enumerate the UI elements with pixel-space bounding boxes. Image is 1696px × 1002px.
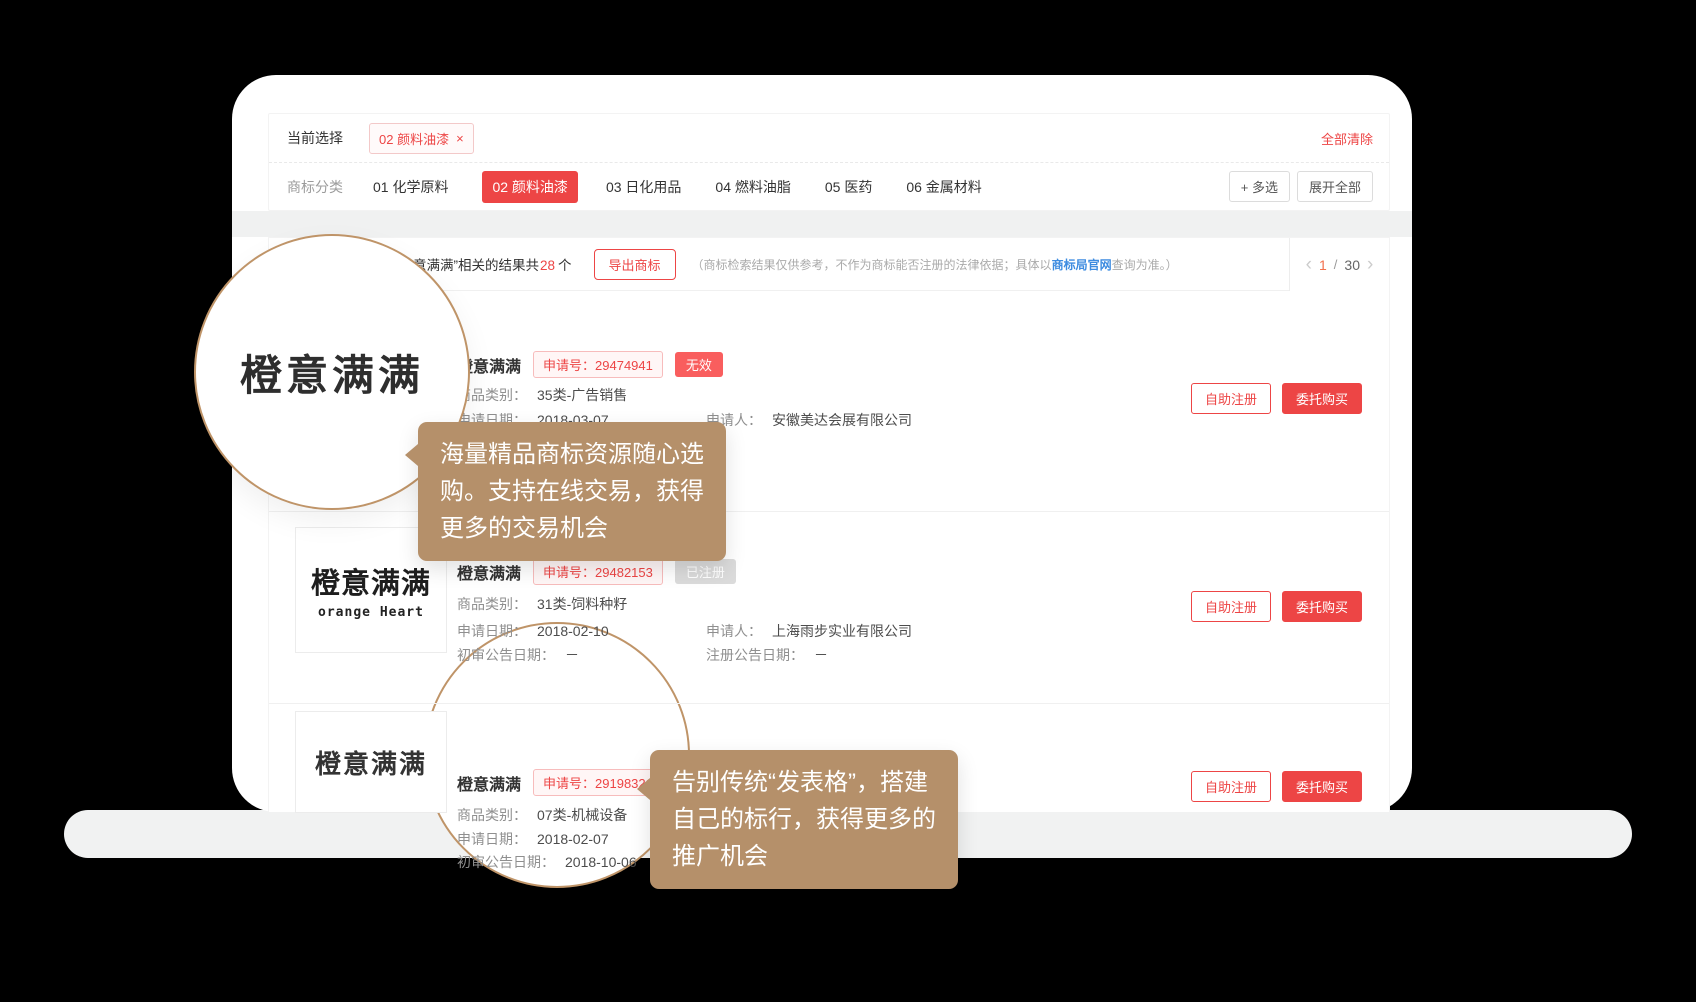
filter-actions: + 多选 展开全部 xyxy=(1229,171,1373,202)
trademark-office-link[interactable]: 商标局官网 xyxy=(1052,258,1112,272)
row-actions: 自助注册 委托购买 xyxy=(1191,591,1362,622)
app-no-label: 申请号： xyxy=(543,358,595,373)
category-tab-02-active[interactable]: 02 颜料油漆 xyxy=(482,171,577,203)
field-value: 2018-02-07 xyxy=(537,831,609,847)
export-trademarks-button[interactable]: 导出商标 xyxy=(594,249,676,280)
current-page: 1 xyxy=(1319,257,1327,273)
current-selection-row: 当前选择 02 颜料油漆 × 全部清除 xyxy=(269,114,1389,163)
callout-tooltip-trade: 海量精品商标资源随心选 购。支持在线交易，获得 更多的交易机会 xyxy=(418,422,726,561)
app-no-label: 申请号： xyxy=(543,776,595,791)
total-pages: 30 xyxy=(1344,257,1360,273)
prev-page-icon[interactable]: ‹ xyxy=(1306,255,1312,274)
category-tab-04[interactable]: 04 燃料油脂 xyxy=(715,177,790,197)
application-number-pill: 申请号：29482153 xyxy=(533,558,663,585)
panel-divider-strip xyxy=(232,211,1412,237)
field-value: 2018-10-06 xyxy=(565,854,637,870)
self-register-button[interactable]: 自助注册 xyxy=(1191,383,1271,414)
selected-filter-chip[interactable]: 02 颜料油漆 × xyxy=(369,123,474,154)
field-label: 申请日期： xyxy=(457,623,527,639)
tooltip-line: 购。支持在线交易，获得 xyxy=(440,473,704,510)
applicant-field: 申请人： 上海雨步实业有限公司 xyxy=(706,621,912,641)
next-page-icon[interactable]: › xyxy=(1367,255,1373,274)
tooltip-line: 更多的交易机会 xyxy=(440,510,704,547)
tooltip-line: 海量精品商标资源随心选 xyxy=(440,436,704,473)
tooltip-line: 自己的标行，获得更多的 xyxy=(672,801,936,838)
category-tab-01[interactable]: 01 化学原料 xyxy=(373,177,448,197)
field-value: 31类-饲料种籽 xyxy=(537,596,627,612)
row-actions: 自助注册 委托购买 xyxy=(1191,771,1362,802)
field-label: 申请日期： xyxy=(457,831,527,847)
trademark-image-text: 橙意满满 xyxy=(311,560,431,602)
field-value: 2018-02-10 xyxy=(537,623,609,639)
self-register-button[interactable]: 自助注册 xyxy=(1191,591,1271,622)
category-row: 商标分类 01 化学原料 02 颜料油漆 03 日化用品 04 燃料油脂 05 … xyxy=(269,163,1389,210)
disclaimer-text: （商标检索结果仅供参考，不作为商标能否注册的法律依据；具体以商标局官网查询为准。… xyxy=(692,256,1178,273)
disclaimer-post: 查询为准。） xyxy=(1112,258,1178,272)
field-label: 商品类别： xyxy=(457,807,527,823)
application-number-pill: 申请号：29474941 xyxy=(533,351,663,378)
summary-middle: 相关的结果共 xyxy=(458,258,539,273)
callout-tooltip-promotion: 告别传统“发表格”，搭建 自己的标行，获得更多的 推广机会 xyxy=(650,750,958,889)
trademark-image: 橙意满满 xyxy=(295,711,447,813)
entrusted-purchase-button[interactable]: 委托购买 xyxy=(1282,771,1362,802)
app-no-value: 29482153 xyxy=(595,565,653,580)
result-count: 28 xyxy=(540,258,555,273)
trademark-title-line: 橙意满满 申请号：29198321 xyxy=(457,769,663,796)
field-label: 初审公告日期： xyxy=(457,854,555,870)
page-separator: / xyxy=(1334,257,1338,272)
disclaimer-pre: （商标检索结果仅供参考，不作为商标能否注册的法律依据；具体以 xyxy=(692,258,1052,272)
category-tab-06[interactable]: 06 金属材料 xyxy=(906,177,981,197)
applicant-field: 申请人：安徽美达会展有限公司 xyxy=(706,410,912,430)
date-line: 申请日期： 2018-02-10 申请人： 上海雨步实业有限公司 xyxy=(457,621,1389,641)
trademark-name: 橙意满满 xyxy=(457,560,521,584)
category-label: 商标分类 xyxy=(287,177,343,197)
field-label: 商品类别： xyxy=(457,596,527,612)
status-badge: 已注册 xyxy=(675,559,736,584)
chip-label: 02 颜料油漆 xyxy=(379,129,449,148)
app-no-value: 29474941 xyxy=(595,358,653,373)
status-badge: 无效 xyxy=(675,352,723,377)
filter-panel: 当前选择 02 颜料油漆 × 全部清除 商标分类 01 化学原料 02 颜料油漆… xyxy=(268,113,1390,211)
chip-close-icon[interactable]: × xyxy=(456,131,464,146)
entrusted-purchase-button[interactable]: 委托购买 xyxy=(1282,383,1362,414)
field-label: 注册公告日期： xyxy=(706,647,804,663)
pagination: ‹ 1 / 30 › xyxy=(1289,238,1389,291)
entrusted-purchase-button[interactable]: 委托购买 xyxy=(1282,591,1362,622)
self-register-button[interactable]: 自助注册 xyxy=(1191,771,1271,802)
browser-window: 当前选择 02 颜料油漆 × 全部清除 商标分类 01 化学原料 02 颜料油漆… xyxy=(232,75,1412,812)
trademark-title-line: 橙意满满 申请号：29482153 已注册 xyxy=(457,558,736,585)
tooltip-line: 推广机会 xyxy=(672,838,936,875)
trademark-image-text: 橙意满满 xyxy=(315,744,427,781)
field-value: － xyxy=(814,647,828,663)
field-value: 上海雨步实业有限公司 xyxy=(772,623,912,639)
field-label: 申请人： xyxy=(706,623,762,639)
app-no-label: 申请号： xyxy=(543,565,595,580)
field-value: 安徽美达会展有限公司 xyxy=(772,412,912,428)
category-tab-05[interactable]: 05 医药 xyxy=(825,177,872,197)
row-actions: 自助注册 委托购买 xyxy=(1191,383,1362,414)
multi-select-button[interactable]: + 多选 xyxy=(1229,171,1290,202)
current-selection-label: 当前选择 xyxy=(287,128,343,148)
magnified-trademark-text: 橙意满满 xyxy=(240,342,424,403)
clear-all-button[interactable]: 全部清除 xyxy=(1321,129,1373,148)
summary-unit: 个 xyxy=(558,258,572,273)
field-label: 初审公告日期： xyxy=(457,647,555,663)
trademark-image-subtext: orange Heart xyxy=(318,605,424,620)
category-tab-03[interactable]: 03 日化用品 xyxy=(606,177,681,197)
trademark-name: 橙意满满 xyxy=(457,771,521,795)
trademark-title-line: 橙意满满 申请号：29474941 无效 xyxy=(457,351,723,378)
field-value: － xyxy=(565,647,579,663)
category-tabs: 01 化学原料 02 颜料油漆 03 日化用品 04 燃料油脂 05 医药 06… xyxy=(373,171,1016,203)
expand-all-button[interactable]: 展开全部 xyxy=(1297,171,1373,202)
announcement-line: 初审公告日期： － 注册公告日期： － xyxy=(457,645,1389,665)
field-value: 07类-机械设备 xyxy=(537,807,627,823)
tooltip-line: 告别传统“发表格”，搭建 xyxy=(672,764,936,801)
field-value: 35类-广告销售 xyxy=(537,387,627,403)
registration-announce-field: 注册公告日期： － xyxy=(706,645,828,665)
